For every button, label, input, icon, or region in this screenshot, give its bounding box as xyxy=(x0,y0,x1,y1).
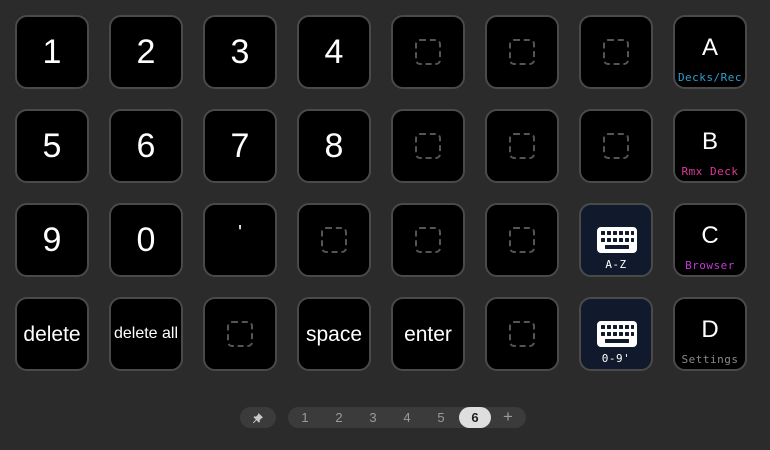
key-label: 8 xyxy=(324,127,344,165)
deck-sublabel: Settings xyxy=(681,353,739,366)
keyboard-icon xyxy=(597,227,637,258)
empty-slot-icon xyxy=(603,133,629,159)
deck-sublabel: Decks/Rec xyxy=(677,71,743,84)
deck-letter: C xyxy=(701,222,719,249)
keyboard-page-key[interactable]: A-Z xyxy=(579,203,653,277)
empty-key-slot[interactable] xyxy=(391,15,465,89)
key-label: 9 xyxy=(42,221,62,259)
key-apostrophe[interactable]: ' xyxy=(203,203,277,277)
empty-key-slot[interactable] xyxy=(485,15,559,89)
empty-key-slot[interactable] xyxy=(203,297,277,371)
key-label: enter xyxy=(404,322,452,346)
deck-letter: D xyxy=(701,316,719,343)
empty-key-slot[interactable] xyxy=(391,203,465,277)
key-5[interactable]: 5 xyxy=(15,109,89,183)
page-tab-4[interactable]: 4 xyxy=(391,407,423,428)
key-4[interactable]: 4 xyxy=(297,15,371,89)
deck-sublabel: Rmx Deck xyxy=(681,165,739,178)
pin-icon xyxy=(252,412,263,423)
keyboard-page-key[interactable]: 0-9' xyxy=(579,297,653,371)
key-3[interactable]: 3 xyxy=(203,15,277,89)
deck-key-c[interactable]: C Browser xyxy=(673,203,747,277)
empty-slot-icon xyxy=(227,321,253,347)
empty-key-slot[interactable] xyxy=(297,203,371,277)
key-7[interactable]: 7 xyxy=(203,109,277,183)
empty-key-slot[interactable] xyxy=(485,203,559,277)
pages-pill: 1 2 3 4 5 6 + xyxy=(288,407,526,428)
key-1[interactable]: 1 xyxy=(15,15,89,89)
key-label: 2 xyxy=(136,33,156,71)
empty-slot-icon xyxy=(415,133,441,159)
deck-key-d[interactable]: D Settings xyxy=(673,297,747,371)
deck-key-a[interactable]: A Decks/Rec xyxy=(673,15,747,89)
page-selector: 1 2 3 4 5 6 + xyxy=(0,407,770,429)
key-space[interactable]: space xyxy=(297,297,371,371)
key-label: 1 xyxy=(42,33,62,71)
key-6[interactable]: 6 xyxy=(109,109,183,183)
empty-key-slot[interactable] xyxy=(485,109,559,183)
key-label: delete xyxy=(23,322,81,346)
key-label: 5 xyxy=(42,127,62,165)
key-9[interactable]: 9 xyxy=(15,203,89,277)
deck-letter: B xyxy=(701,128,718,155)
keyboard-caption: 0-9' xyxy=(601,352,631,365)
empty-slot-icon xyxy=(321,227,347,253)
empty-slot-icon xyxy=(415,39,441,65)
keyboard-caption: A-Z xyxy=(605,258,627,271)
empty-slot-icon xyxy=(509,321,535,347)
key-label: 7 xyxy=(230,127,250,165)
page-tab-3[interactable]: 3 xyxy=(357,407,389,428)
empty-key-slot[interactable] xyxy=(579,109,653,183)
page-tab-5[interactable]: 5 xyxy=(425,407,457,428)
page-tab-2[interactable]: 2 xyxy=(323,407,355,428)
keyboard-icon xyxy=(597,321,637,352)
key-label: 0 xyxy=(136,221,156,259)
deck-sublabel: Browser xyxy=(685,259,735,272)
key-delete-all[interactable]: delete all xyxy=(109,297,183,371)
add-page-button[interactable]: + xyxy=(496,407,520,428)
deck-letter: A xyxy=(701,34,718,61)
empty-key-slot[interactable] xyxy=(485,297,559,371)
empty-slot-icon xyxy=(509,227,535,253)
key-label: space xyxy=(305,322,363,346)
empty-slot-icon xyxy=(509,133,535,159)
key-label: 3 xyxy=(230,33,250,71)
empty-slot-icon xyxy=(509,39,535,65)
key-enter[interactable]: enter xyxy=(391,297,465,371)
page-tab-6[interactable]: 6 xyxy=(459,407,491,428)
empty-slot-icon xyxy=(415,227,441,253)
deck-key-b[interactable]: B Rmx Deck xyxy=(673,109,747,183)
empty-key-slot[interactable] xyxy=(579,15,653,89)
page-tab-1[interactable]: 1 xyxy=(289,407,321,428)
key-grid: 1 2 3 4 A Decks/Rec 5 6 7 8 B Rmx Deck 9 0 ' A-Z C Browse… xyxy=(15,15,755,375)
key-8[interactable]: 8 xyxy=(297,109,371,183)
empty-slot-icon xyxy=(603,39,629,65)
pin-button[interactable] xyxy=(240,407,276,428)
key-label: delete all xyxy=(113,325,179,342)
empty-key-slot[interactable] xyxy=(391,109,465,183)
key-label: ' xyxy=(238,222,242,244)
key-0[interactable]: 0 xyxy=(109,203,183,277)
key-delete[interactable]: delete xyxy=(15,297,89,371)
key-2[interactable]: 2 xyxy=(109,15,183,89)
key-label: 4 xyxy=(324,33,344,71)
key-label: 6 xyxy=(136,127,156,165)
